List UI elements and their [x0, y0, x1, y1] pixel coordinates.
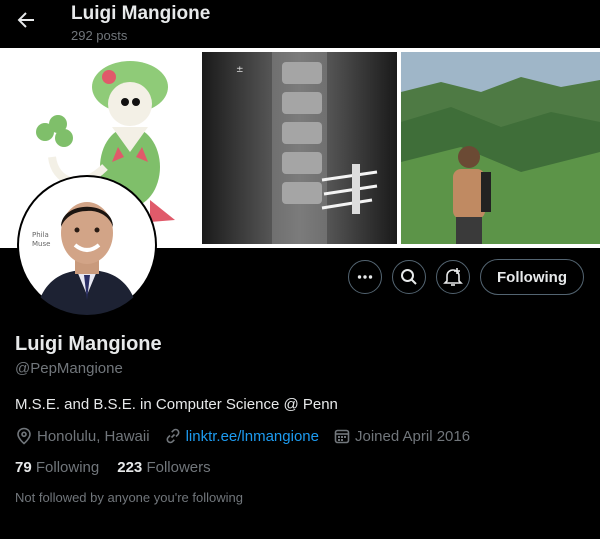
website: linktr.ee/lnmangione: [164, 427, 319, 445]
join-date-text: Joined April 2016: [354, 427, 471, 445]
profile-avatar[interactable]: Phila Muse: [17, 175, 157, 315]
notifications-button[interactable]: [436, 260, 470, 294]
followers-label: Followers: [146, 459, 211, 476]
banner-mountain-hiker-photo: [401, 52, 600, 244]
banner-spine-xray: ±: [202, 52, 397, 244]
link-icon: [166, 428, 180, 444]
search-posts-button[interactable]: [392, 260, 426, 294]
more-button[interactable]: [348, 260, 382, 294]
followers-stat[interactable]: 223 Followers: [117, 459, 210, 476]
search-icon: [401, 269, 417, 285]
following-stat[interactable]: 79 Following: [15, 459, 99, 476]
profile-handle: @PepMangione: [15, 360, 123, 377]
svg-text:Muse: Muse: [32, 240, 50, 248]
svg-text:±: ±: [236, 65, 244, 75]
join-date: Joined April 2016: [333, 427, 470, 445]
following-button[interactable]: Following: [480, 259, 584, 295]
profile-header: Luigi Mangione 292 posts: [0, 0, 600, 48]
post-count: 292 posts: [71, 28, 128, 43]
bell-plus-icon: [443, 268, 463, 286]
back-arrow-icon[interactable]: [14, 8, 38, 32]
following-count: 79: [15, 459, 32, 476]
header-name: Luigi Mangione: [71, 3, 211, 24]
profile-meta: Honolulu, Hawaii linktr.ee/lnmangione Jo…: [15, 427, 484, 445]
profile-bio: M.S.E. and B.S.E. in Computer Science @ …: [15, 396, 338, 413]
location-text: Honolulu, Hawaii: [37, 427, 150, 445]
website-link[interactable]: linktr.ee/lnmangione: [186, 428, 319, 445]
follow-stats: 79 Following 223 Followers: [15, 459, 211, 476]
followed-by-note: Not followed by anyone you're following: [15, 490, 243, 505]
calendar-icon: [334, 429, 350, 444]
followers-count: 223: [117, 459, 143, 476]
following-label: Following: [35, 459, 100, 476]
profile-name: Luigi Mangione: [15, 333, 162, 355]
svg-text:Phila: Phila: [32, 231, 49, 239]
more-horizontal-icon: [357, 275, 373, 279]
location-pin-icon: [17, 427, 31, 445]
location: Honolulu, Hawaii: [15, 427, 150, 445]
